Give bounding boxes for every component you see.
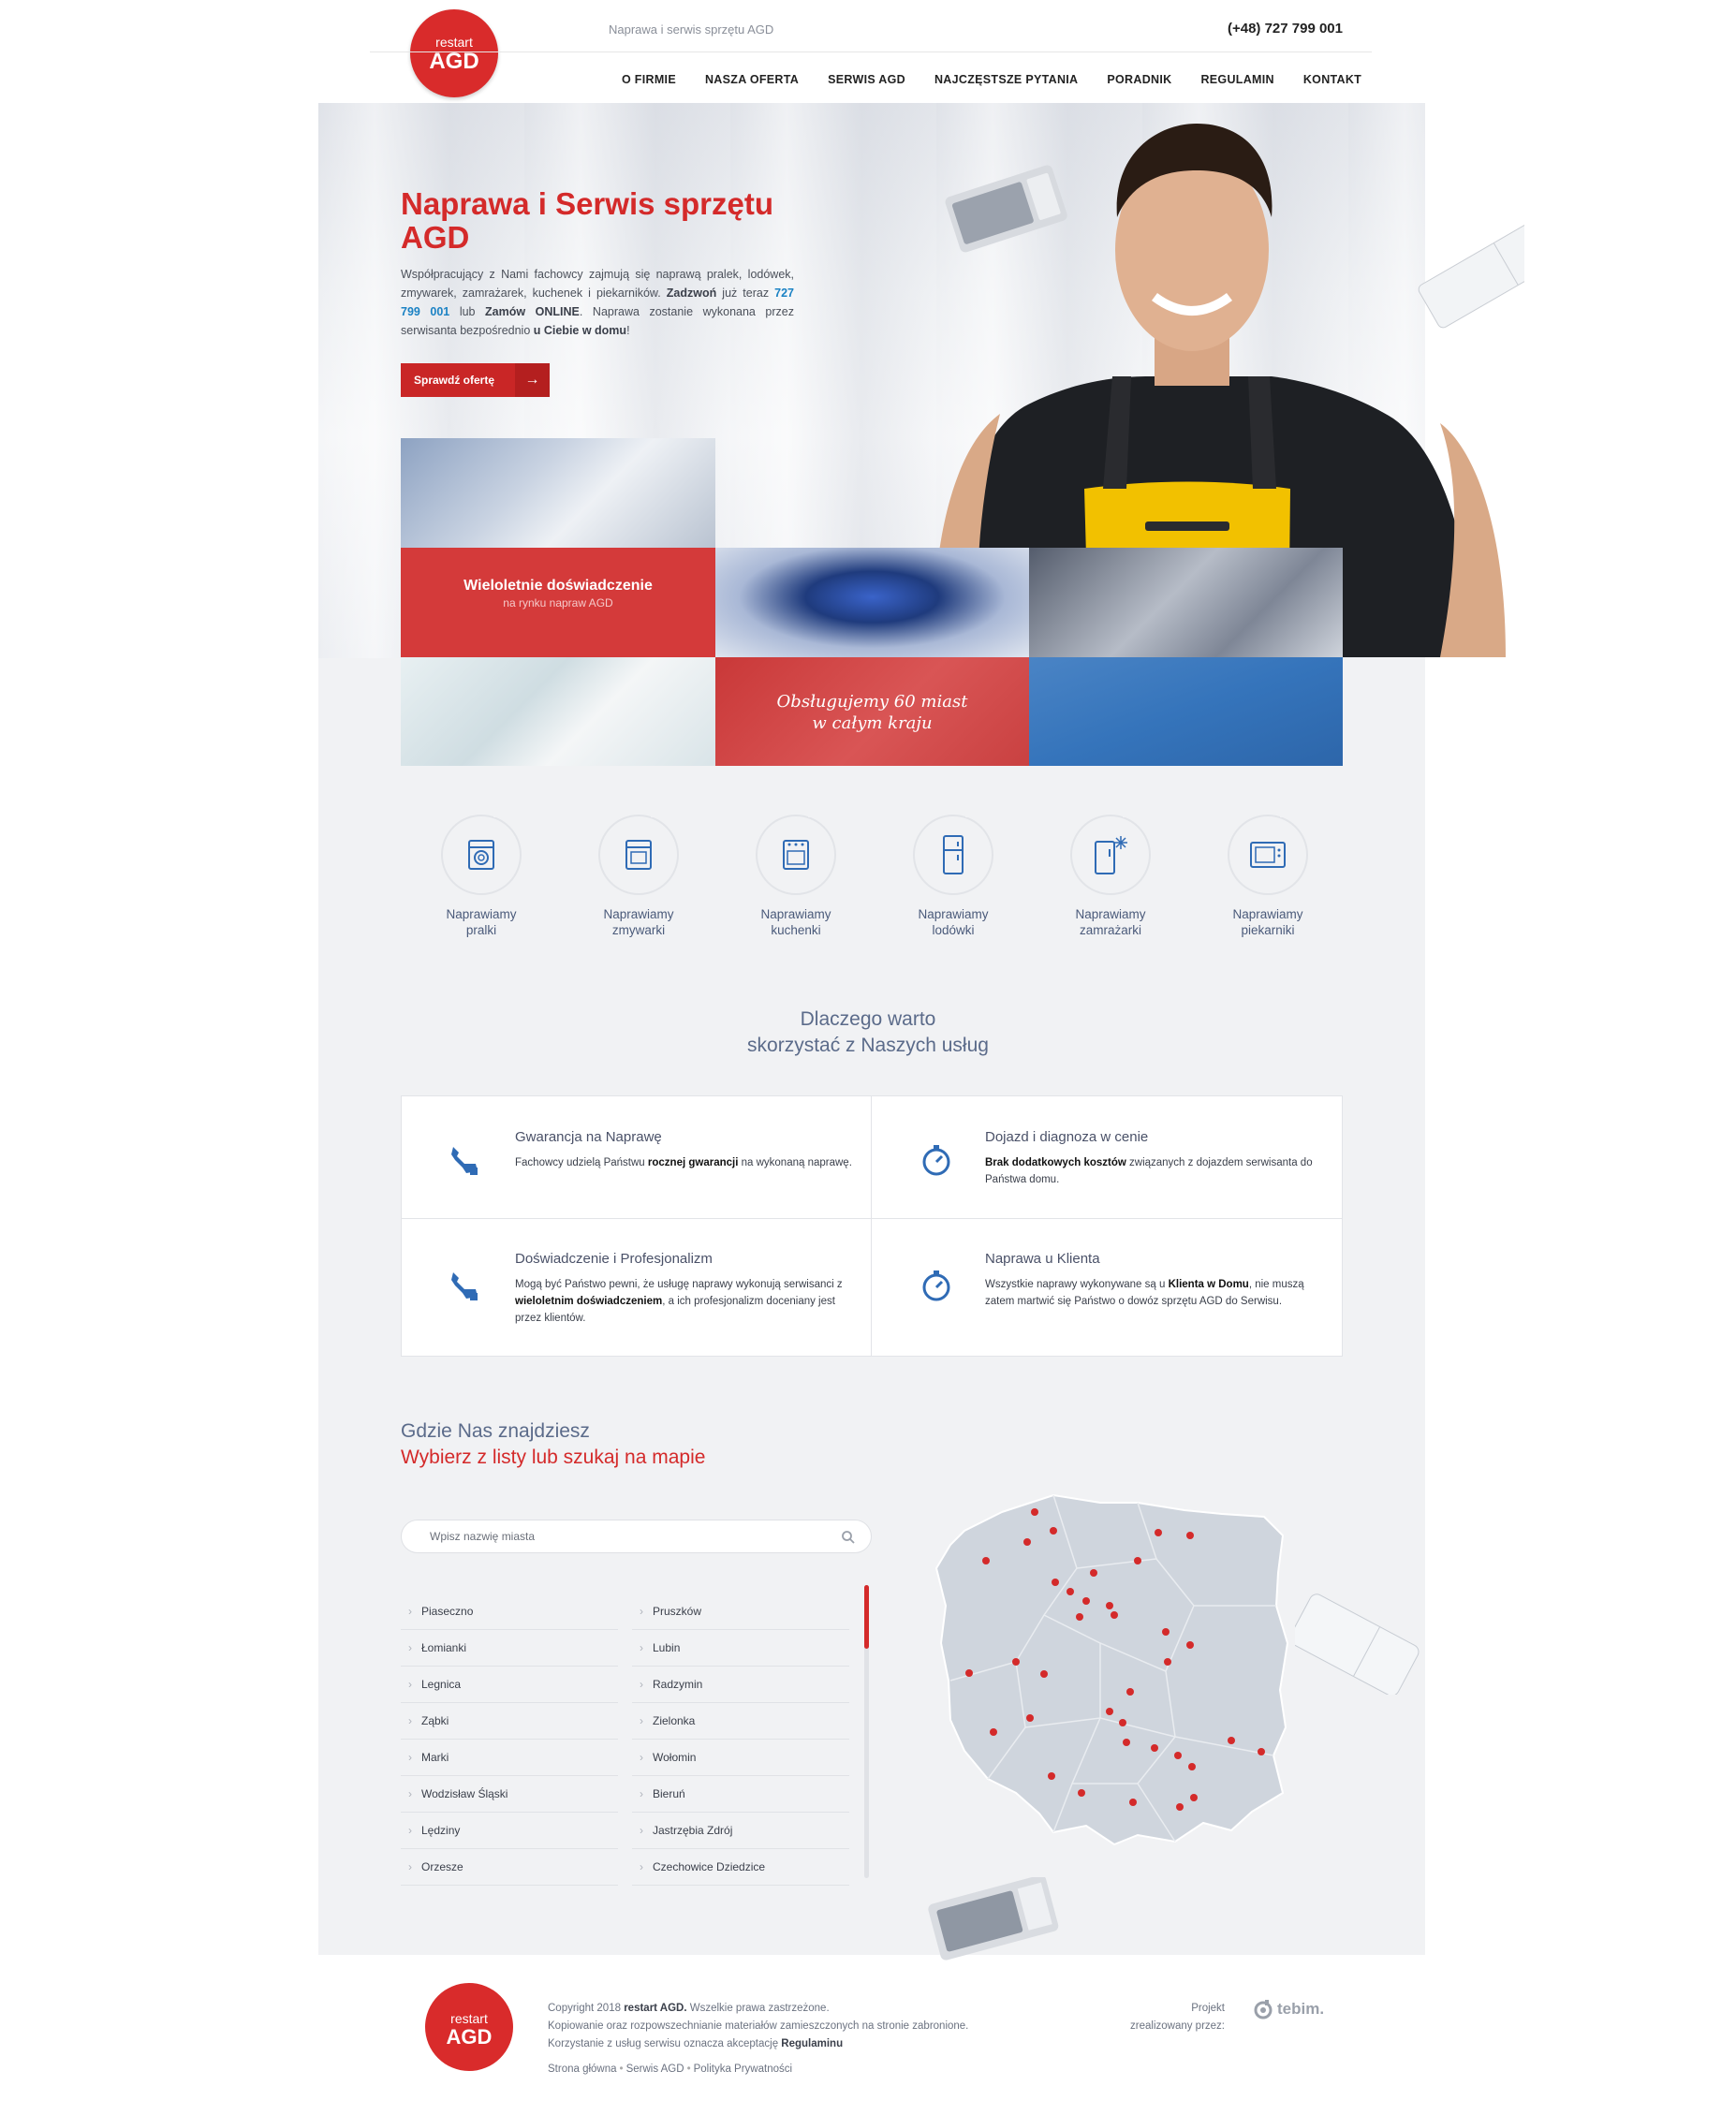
- features-divider-horizontal: [401, 1218, 1343, 1219]
- blue-tile: [1029, 657, 1343, 766]
- service-dishwashers[interactable]: Naprawiamy zmywarki: [587, 815, 690, 938]
- city-list-scroll-thumb[interactable]: [864, 1585, 869, 1649]
- tool-icon: [451, 1272, 478, 1300]
- feature-title: Doświadczenie i Profesjonalizm: [515, 1251, 713, 1267]
- cities-line-1: Obsługujemy 60 miast: [776, 692, 968, 712]
- experience-subtitle: na rynku napraw AGD: [503, 596, 613, 610]
- city-item[interactable]: › Jastrzębia Zdrój: [632, 1813, 849, 1849]
- city-item[interactable]: › Zielonka: [632, 1703, 849, 1740]
- nav-nasza-oferta[interactable]: NASZA OFERTA: [705, 73, 799, 86]
- tool-icon: [451, 1147, 478, 1175]
- logo-top: restart: [435, 35, 473, 50]
- stopwatch-icon: [922, 1270, 950, 1301]
- poland-map[interactable]: [913, 1475, 1325, 1873]
- service-stoves[interactable]: Naprawiamy kuchenki: [744, 815, 847, 938]
- nav-o-firmie[interactable]: O FIRMIE: [622, 73, 676, 86]
- feature-title: Dojazd i diagnoza w cenie: [985, 1129, 1149, 1145]
- where-title: Gdzie Nas znajdziesz: [401, 1420, 590, 1442]
- city-search: [401, 1520, 872, 1553]
- city-item[interactable]: › Lędziny: [401, 1813, 618, 1849]
- dishwasher-icon: [598, 815, 679, 895]
- feature-title: Naprawa u Klienta: [985, 1251, 1100, 1267]
- features-divider-vertical: [871, 1095, 872, 1357]
- project-credit: Projekt zrealizowany przez:: [1130, 2003, 1225, 2032]
- tagline: Naprawa i serwis sprzętu AGD: [609, 22, 774, 37]
- flying-fridge-icon: [1295, 1594, 1420, 1695]
- nav-regulamin[interactable]: REGULAMIN: [1200, 73, 1273, 86]
- city-item[interactable]: › Radzymin: [632, 1667, 849, 1703]
- city-item[interactable]: › Ząbki: [401, 1703, 618, 1740]
- why-title: Dlaczego warto skorzystać z Naszych usług: [747, 1008, 989, 1056]
- stopwatch-icon: [922, 1145, 950, 1176]
- city-item[interactable]: › Wołomin: [632, 1740, 849, 1776]
- city-search-input[interactable]: [430, 1520, 832, 1552]
- washing-machine-icon: [441, 815, 522, 895]
- feature-home-repair: Naprawa u Klienta Wszystkie naprawy wyko…: [985, 1251, 1322, 1310]
- order-online-link[interactable]: Zamów ONLINE: [485, 305, 580, 318]
- flying-microwave-icon: [928, 1877, 1059, 1961]
- service-washing-machines[interactable]: Naprawiamy pralki: [430, 815, 533, 938]
- footer-links: Strona główna • Serwis AGD • Polityka Prywat…: [548, 2064, 793, 2075]
- fridge-icon: [913, 815, 993, 895]
- feature-warranty: Gwarancja na Naprawę Fachowcy udzielą Pa…: [515, 1129, 852, 1168]
- main-nav: O FIRMIE NASZA OFERTA SERWIS AGD NAJCZĘS…: [622, 73, 1390, 86]
- logo-bottom: AGD: [429, 49, 479, 74]
- gas-burner-photo: [715, 548, 1029, 657]
- technician-washing-machine-photo: [401, 438, 715, 548]
- feature-title: Gwarancja na Naprawę: [515, 1129, 662, 1145]
- fridge-interior-photo: [401, 657, 715, 766]
- tebim-logo[interactable]: tebim.: [1253, 1999, 1324, 2020]
- nav-poradnik[interactable]: PORADNIK: [1107, 73, 1171, 86]
- service-fridges[interactable]: Naprawiamy lodówki: [902, 815, 1005, 938]
- check-offer-button[interactable]: Sprawdź ofertę →: [401, 363, 550, 397]
- service-freezers[interactable]: Naprawiamy zamrażarki: [1059, 815, 1162, 938]
- footer-link-serwis[interactable]: Serwis AGD: [626, 2064, 684, 2075]
- footer-regulamin-link[interactable]: Regulaminu: [781, 2038, 843, 2049]
- dishwasher-photo: [1029, 548, 1343, 657]
- nav-kontakt[interactable]: KONTAKT: [1303, 73, 1361, 86]
- city-item[interactable]: › Czechowice Dziedzice: [632, 1849, 849, 1886]
- experience-tile: Wieloletnie doświadczenie na rynku napra…: [401, 548, 715, 657]
- service-ovens[interactable]: Naprawiamy piekarniki: [1216, 815, 1319, 938]
- cities-tile: Obsługujemy 60 miast w całym kraju: [715, 657, 1029, 766]
- city-item[interactable]: › Marki: [401, 1740, 618, 1776]
- city-item[interactable]: › Piaseczno: [401, 1594, 618, 1630]
- city-item[interactable]: › Lubin: [632, 1630, 849, 1667]
- experience-title: Wieloletnie doświadczenie: [463, 578, 653, 594]
- city-item[interactable]: › Bieruń: [632, 1776, 849, 1813]
- hero-title: Naprawa i Serwis sprzętu AGD: [401, 186, 773, 255]
- logo[interactable]: restart AGD: [410, 9, 498, 97]
- flying-microwave-icon: [945, 165, 1067, 253]
- where-subtitle: Wybierz z listy lub szukaj na mapie: [401, 1447, 706, 1468]
- city-item[interactable]: › Legnica: [401, 1667, 618, 1703]
- footer-link-home[interactable]: Strona główna: [548, 2064, 617, 2075]
- header-phone[interactable]: (+48) 727 799 001: [1228, 21, 1343, 37]
- freezer-icon: [1070, 815, 1151, 895]
- nav-faq[interactable]: NAJCZĘSTSZE PYTANIA: [934, 73, 1078, 86]
- city-item[interactable]: › Orzesze: [401, 1849, 618, 1886]
- footer-logo[interactable]: restart AGD: [425, 1983, 513, 2071]
- feature-experience: Doświadczenie i Profesjonalizm Mogą być …: [515, 1251, 852, 1327]
- stove-icon: [756, 815, 836, 895]
- cities-line-2: w całym kraju: [812, 713, 933, 733]
- feature-travel: Dojazd i diagnoza w cenie Brak dodatkowy…: [985, 1129, 1322, 1188]
- arrow-right-icon: →: [515, 363, 550, 397]
- tebim-icon: [1254, 2000, 1273, 2020]
- city-item[interactable]: › Łomianki: [401, 1630, 618, 1667]
- hero-description: Współpracujący z Nami fachowcy zajmują s…: [401, 268, 795, 337]
- footer-link-privacy[interactable]: Polityka Prywatności: [694, 2064, 792, 2075]
- nav-serwis-agd[interactable]: SERWIS AGD: [828, 73, 905, 86]
- oven-icon: [1228, 815, 1308, 895]
- city-item[interactable]: › Wodzisław Śląski: [401, 1776, 618, 1813]
- flying-fridge-icon: [1418, 218, 1524, 329]
- city-item[interactable]: › Pruszków: [632, 1594, 849, 1630]
- footer-copyright: Copyright 2018 restart AGD. Wszelkie pra…: [548, 2003, 969, 2049]
- search-icon[interactable]: [841, 1530, 856, 1545]
- header-divider: [370, 51, 1372, 52]
- check-offer-label: Sprawdź ofertę: [414, 374, 495, 387]
